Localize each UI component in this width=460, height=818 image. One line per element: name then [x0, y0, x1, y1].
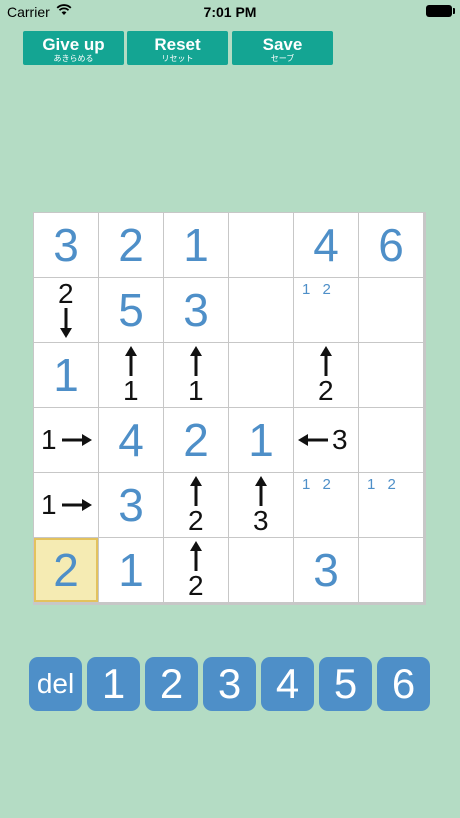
board-cell-r0c2[interactable]: 1 — [164, 213, 228, 277]
save-sublabel: セーブ — [270, 54, 295, 63]
cell-value: 1 — [53, 349, 79, 401]
board-cell-r1c4[interactable]: 1 2 — [294, 278, 358, 342]
cell-value: 2 — [183, 414, 209, 466]
board-cell-r2c3[interactable] — [229, 343, 293, 407]
board-cell-r5c3[interactable] — [229, 538, 293, 602]
cell-value: 2 — [53, 544, 79, 596]
cell-value: 1 — [248, 414, 274, 466]
puzzle-board: 321462531 211121421313231 21 22123 — [33, 212, 426, 605]
reset-button[interactable]: Reset リセット — [127, 31, 228, 65]
status-bar: Carrier 7:01 PM — [0, 0, 460, 24]
cell-candidates: 1 2 — [302, 281, 335, 298]
board-cell-r1c0: 2 — [34, 278, 98, 342]
digit-key-4[interactable]: 4 — [261, 657, 314, 711]
clue-number: 2 — [188, 505, 204, 536]
board-cell-r4c0: 1 — [34, 473, 98, 537]
board-cell-r1c2[interactable]: 3 — [164, 278, 228, 342]
board-cell-r3c4: 3 — [294, 408, 358, 472]
cell-value: 1 — [183, 219, 209, 271]
board-cell-r3c3[interactable]: 1 — [229, 408, 293, 472]
board-cell-r0c0[interactable]: 3 — [34, 213, 98, 277]
arrow-right-icon — [62, 499, 92, 511]
board-cell-r1c3[interactable] — [229, 278, 293, 342]
digit-key-3[interactable]: 3 — [203, 657, 256, 711]
cell-value: 6 — [378, 219, 404, 271]
board-cell-r4c5[interactable]: 1 2 — [359, 473, 423, 537]
board-cell-r4c1[interactable]: 3 — [99, 473, 163, 537]
board-cell-r2c5[interactable] — [359, 343, 423, 407]
delete-key[interactable]: del — [29, 657, 82, 711]
clue-number: 2 — [188, 570, 204, 601]
give-up-button[interactable]: Give up あきらめる — [23, 31, 124, 65]
board-cell-r5c1[interactable]: 1 — [99, 538, 163, 602]
cell-candidates: 1 2 — [302, 476, 335, 493]
board-cell-r3c1[interactable]: 4 — [99, 408, 163, 472]
board-cell-r3c2[interactable]: 2 — [164, 408, 228, 472]
arrow-up-icon — [190, 346, 202, 376]
arrow-up-icon — [320, 346, 332, 376]
board-cell-r2c1: 1 — [99, 343, 163, 407]
cell-value: 3 — [53, 219, 79, 271]
board-cell-r0c5[interactable]: 6 — [359, 213, 423, 277]
cell-value: 3 — [183, 284, 209, 336]
board-cell-r4c4[interactable]: 1 2 — [294, 473, 358, 537]
save-label: Save — [262, 35, 303, 54]
arrow-up-icon — [190, 541, 202, 571]
board-cell-r3c5[interactable] — [359, 408, 423, 472]
arrow-up-icon — [125, 346, 137, 376]
cell-value: 4 — [118, 414, 144, 466]
arrow-down-icon — [60, 308, 72, 338]
digit-key-6[interactable]: 6 — [377, 657, 430, 711]
cell-value: 5 — [118, 284, 144, 336]
give-up-label: Give up — [42, 35, 105, 54]
board-cell-r4c3: 3 — [229, 473, 293, 537]
arrow-up-icon — [255, 476, 267, 506]
board-cell-r2c0[interactable]: 1 — [34, 343, 98, 407]
clue-number: 1 — [41, 489, 57, 520]
board-cell-r5c2: 2 — [164, 538, 228, 602]
board-cell-r5c4[interactable]: 3 — [294, 538, 358, 602]
arrow-left-icon — [298, 434, 328, 446]
cell-value: 2 — [118, 219, 144, 271]
board-cell-r1c5[interactable] — [359, 278, 423, 342]
digit-key-2[interactable]: 2 — [145, 657, 198, 711]
cell-value: 3 — [313, 544, 339, 596]
battery-icon — [426, 5, 455, 17]
clue-number: 3 — [253, 505, 269, 536]
board-cell-r0c3[interactable] — [229, 213, 293, 277]
cell-value: 4 — [313, 219, 339, 271]
board-cell-r0c1[interactable]: 2 — [99, 213, 163, 277]
cell-candidates: 1 2 — [367, 476, 400, 493]
reset-label: Reset — [154, 35, 201, 54]
digit-key-1[interactable]: 1 — [87, 657, 140, 711]
board-cell-r1c1[interactable]: 5 — [99, 278, 163, 342]
save-button[interactable]: Save セーブ — [232, 31, 333, 65]
give-up-sublabel: あきらめる — [53, 54, 94, 63]
cell-value: 3 — [118, 479, 144, 531]
arrow-up-icon — [190, 476, 202, 506]
clue-number: 1 — [123, 375, 139, 406]
clue-number: 2 — [58, 278, 74, 309]
board-cell-r2c4: 2 — [294, 343, 358, 407]
clue-number: 2 — [318, 375, 334, 406]
digit-key-5[interactable]: 5 — [319, 657, 372, 711]
clock: 7:01 PM — [203, 4, 257, 20]
board-cell-r3c0: 1 — [34, 408, 98, 472]
cell-value: 1 — [118, 544, 144, 596]
clue-number: 3 — [332, 424, 348, 455]
board-cell-r4c2: 2 — [164, 473, 228, 537]
board-cell-r5c5[interactable] — [359, 538, 423, 602]
reset-sublabel: リセット — [161, 54, 194, 63]
arrow-right-icon — [62, 434, 92, 446]
board-cell-r5c0[interactable]: 2 — [34, 538, 98, 602]
board-cell-r0c4[interactable]: 4 — [294, 213, 358, 277]
clue-number: 1 — [41, 424, 57, 455]
board-cell-r2c2: 1 — [164, 343, 228, 407]
clue-number: 1 — [188, 375, 204, 406]
